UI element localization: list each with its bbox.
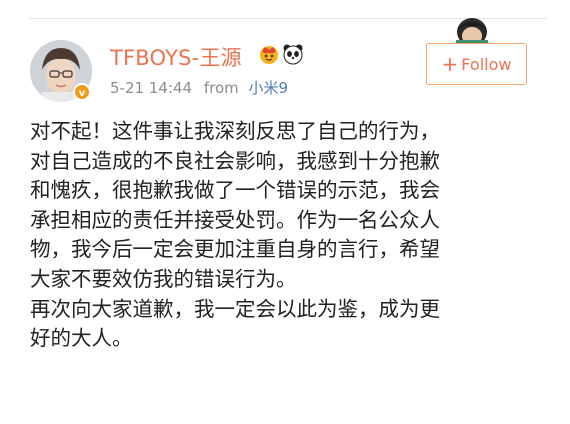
post-source-link[interactable]: 小米9 [249, 79, 289, 97]
post-line: 物，我今后一定会更加注重自身的言行，希望 [30, 237, 440, 262]
plus-icon: + [441, 52, 459, 76]
from-label: from [203, 79, 239, 97]
svg-text:v: v [79, 88, 86, 99]
post-line: 对自己造成的不良社会影响，我感到十分抱歉 [30, 148, 440, 173]
post-line: 好的大人。 [30, 326, 133, 351]
follow-label: Follow [461, 54, 512, 74]
follow-button[interactable]: + Follow [426, 43, 527, 85]
username-link[interactable]: TFBOYS-王源 [110, 42, 242, 72]
crown-icon [258, 43, 280, 65]
post-line: 和愧疚，很抱歉我做了一个错误的示范，我会 [30, 178, 440, 203]
post-text: 对不起！这件事让我深刻反思了自己的行为， 对自己造成的不良社会影响，我感到十分抱… [30, 117, 550, 354]
post-time: 5-21 14:44 [110, 79, 193, 97]
post-line: 大家不要效仿我的错误行为。 [30, 266, 297, 291]
post-line: 再次向大家道歉，我一定会以此为鉴，成为更 [30, 296, 440, 321]
corner-avatar-icon [448, 12, 496, 46]
post-line: 承担相应的责任并接受处罚。作为一名公众人 [30, 207, 440, 232]
verified-badge-icon: v [73, 83, 91, 101]
post-line: 对不起！这件事让我深刻反思了自己的行为， [30, 119, 440, 143]
panda-icon [282, 43, 304, 65]
post-meta: 5-21 14:44 from 小米9 [110, 77, 288, 98]
